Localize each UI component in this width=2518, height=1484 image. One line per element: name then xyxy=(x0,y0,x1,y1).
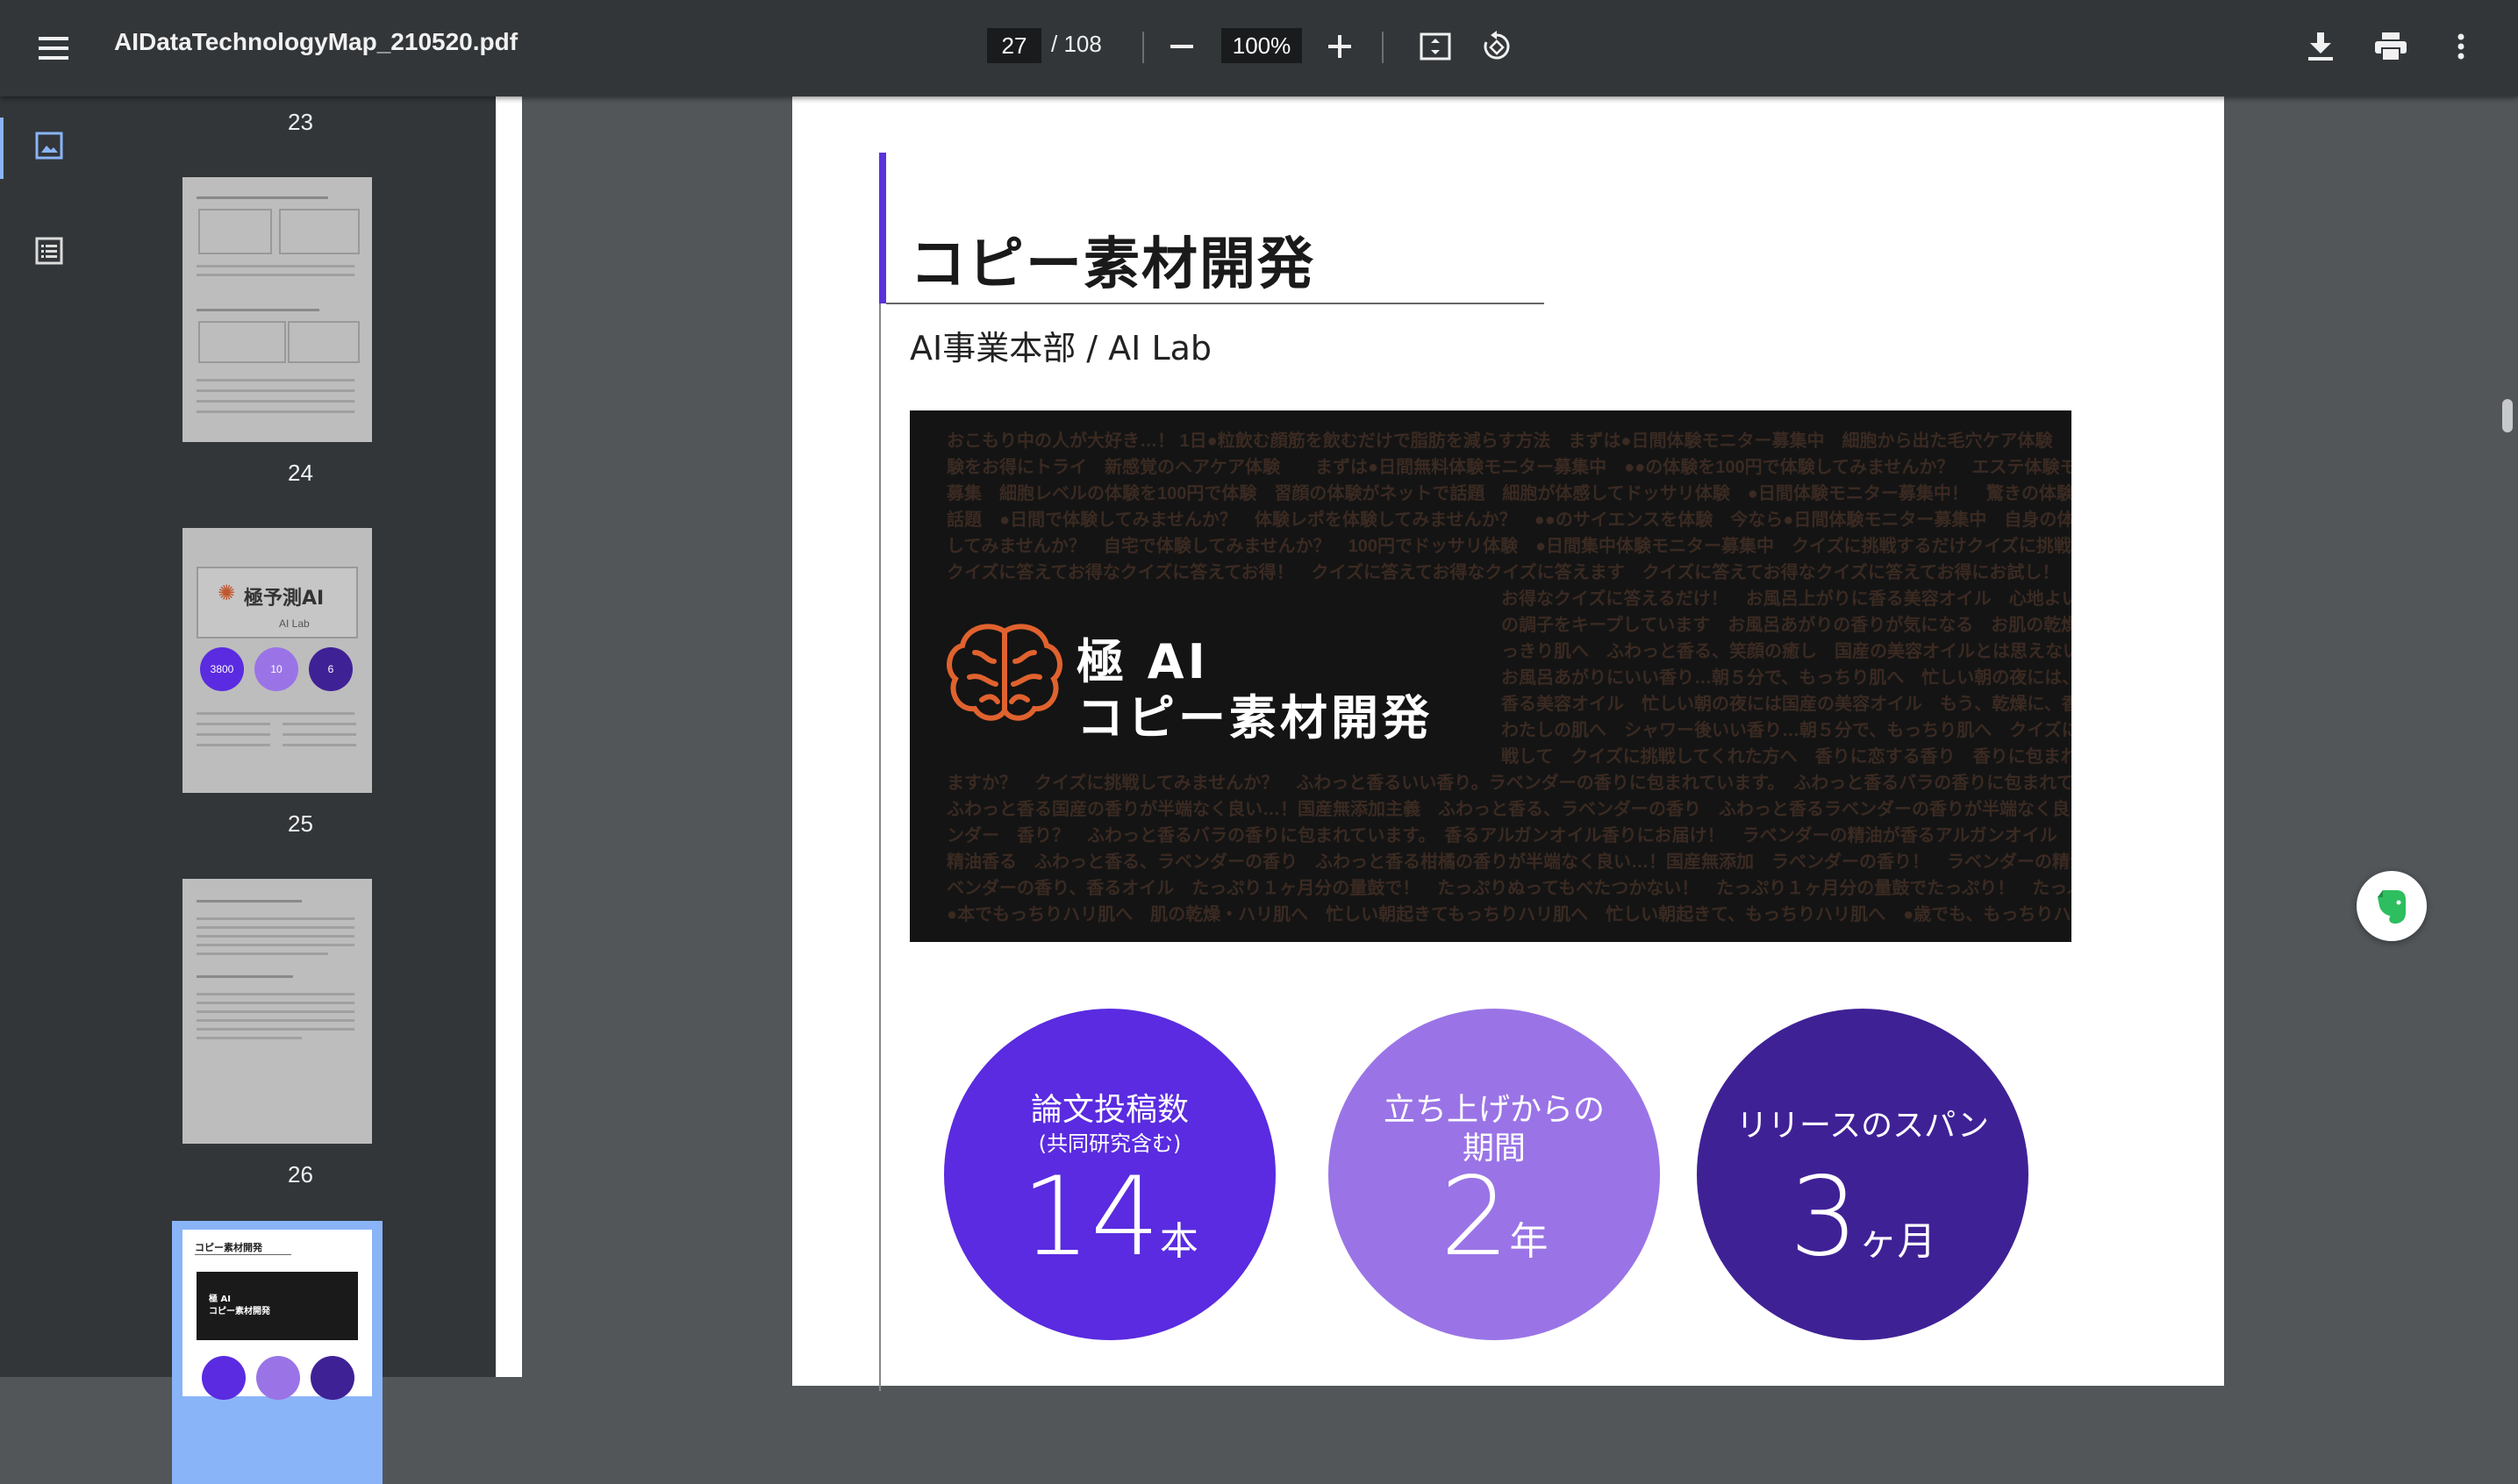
zoom-out-button[interactable] xyxy=(1160,26,1204,67)
evernote-icon xyxy=(2378,890,2406,924)
rotate-icon xyxy=(1484,31,1510,60)
stat-value-wrap: 3ヶ月 xyxy=(1697,1154,2028,1281)
page-title: コピー素材開発 xyxy=(910,232,1315,297)
thumbnails-icon xyxy=(35,132,63,160)
viewer-scrollbar[interactable] xyxy=(2502,399,2513,432)
sidebar-tabs xyxy=(0,96,105,1377)
thumbnail-page-26[interactable] xyxy=(182,879,372,1144)
stat-value: 14 xyxy=(1021,1154,1160,1281)
stat-unit: 年 xyxy=(1509,1219,1549,1264)
stat-value-wrap: 2年 xyxy=(1328,1154,1660,1281)
thumbnail-title: 極予測AI xyxy=(244,588,325,610)
thumbnail-panel: 23 24 ✺ 極予測AI AI Lab 3800 10 6 25 26 コピー… xyxy=(105,96,496,1484)
minus-icon xyxy=(1170,45,1193,48)
title-accent-bar xyxy=(879,153,886,303)
sidebar-resize-handle[interactable] xyxy=(496,96,522,1377)
thumbnail-label: 24 xyxy=(288,460,313,486)
thumbnails-tab[interactable] xyxy=(35,132,70,167)
download-button[interactable] xyxy=(2299,25,2343,68)
more-options-button[interactable] xyxy=(2439,25,2483,68)
thumbnail-page-24[interactable] xyxy=(182,177,372,442)
stat-sublabel: (共同研究含む) xyxy=(1038,1131,1182,1156)
stat-circle-period: 立ち上げからの 期間 2年 xyxy=(1328,1009,1660,1340)
fit-page-button[interactable] xyxy=(1413,25,1458,68)
page-number-input[interactable] xyxy=(987,28,1041,63)
stat-unit: ヶ月 xyxy=(1858,1219,1936,1264)
rotate-button[interactable] xyxy=(1474,25,1520,68)
thumbnail-label: 25 xyxy=(288,810,313,837)
outline-icon xyxy=(35,237,63,265)
stat-circle-papers: 論文投稿数 (共同研究含む) 14本 xyxy=(944,1009,1276,1340)
thumbnail-page-25[interactable]: ✺ 極予測AI AI Lab 3800 10 6 xyxy=(182,528,372,793)
toolbar-divider xyxy=(1142,32,1144,63)
print-button[interactable] xyxy=(2369,25,2413,68)
zoom-input[interactable] xyxy=(1221,28,1302,63)
stat-value-wrap: 14本 xyxy=(944,1154,1276,1281)
thumbnail-page-27[interactable]: コピー素材開発 極 AI コピー素材開発 xyxy=(182,1230,372,1400)
banner-title-line2: コピー素材開発 xyxy=(1077,690,1433,746)
stat-label: 論文投稿数 xyxy=(1030,1092,1189,1128)
stat-circle-release-span: リリースのスパン 3ヶ月 xyxy=(1697,1009,2028,1340)
page-left-rule xyxy=(879,303,881,1391)
more-vert-icon xyxy=(2457,33,2464,60)
stat-label: リリースのスパン xyxy=(1735,1108,1989,1144)
plus-icon xyxy=(1328,35,1351,58)
pdf-page: コピー素材開発 AI事業本部 / AI Lab おこもり中の人が大好き…！ 1日… xyxy=(792,96,2224,1391)
stat-value: 3 xyxy=(1789,1154,1859,1281)
toolbar-divider xyxy=(1382,32,1384,63)
print-icon xyxy=(2375,32,2407,61)
brain-icon xyxy=(947,624,1062,721)
thumbnail-label: 26 xyxy=(288,1161,313,1188)
thumbnail-brand: AI Lab xyxy=(279,617,310,630)
title-underline xyxy=(886,303,1544,304)
thumbnail-label: 23 xyxy=(288,109,313,135)
stat-unit: 本 xyxy=(1159,1219,1198,1264)
active-tab-indicator xyxy=(0,118,4,179)
stat-value: 2 xyxy=(1440,1154,1510,1281)
fit-page-icon xyxy=(1420,32,1451,61)
pdf-toolbar: AIDataTechnologyMap_210520.pdf / 108 xyxy=(0,0,2518,96)
banner-image: おこもり中の人が大好き…！ 1日●粒飲む顔筋を飲むだけで脂肪を減らす方法 まずは… xyxy=(910,410,2071,942)
evernote-button[interactable] xyxy=(2357,871,2427,941)
outline-tab[interactable] xyxy=(35,237,70,272)
page-subtitle: AI事業本部 / AI Lab xyxy=(910,329,1213,367)
zoom-in-button[interactable] xyxy=(1318,26,1362,67)
menu-icon[interactable] xyxy=(26,22,81,75)
page-total: / 108 xyxy=(1051,31,1102,57)
document-title: AIDataTechnologyMap_210520.pdf xyxy=(114,28,519,55)
download-icon xyxy=(2308,32,2333,61)
